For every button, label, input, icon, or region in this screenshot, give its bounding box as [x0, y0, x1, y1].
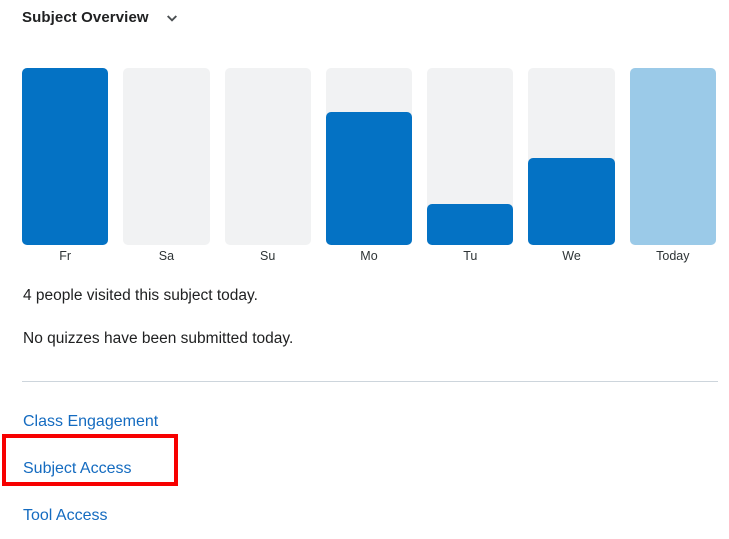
- bar-label: Fr: [59, 249, 72, 263]
- bar-label: Tu: [463, 249, 478, 263]
- visits-summary: 4 people visited this subject today.: [23, 287, 258, 304]
- bar-label: Mo: [360, 249, 378, 263]
- bar-label: Su: [260, 249, 276, 263]
- chart-bar-tu[interactable]: Tu: [427, 68, 514, 263]
- page-title: Subject Overview: [22, 9, 149, 26]
- chart-bar-sa[interactable]: Sa: [123, 68, 210, 263]
- widget-links: Class Engagement Subject Access Tool Acc…: [23, 398, 158, 539]
- bar-fill: [22, 68, 109, 245]
- widget-header-toggle[interactable]: Subject Overview: [22, 8, 181, 28]
- bar-fill: [325, 112, 413, 245]
- summary-text-block: 4 people visited this subject today. No …: [23, 285, 713, 349]
- visits-bar-chart: Fr Sa Su Mo Tu We Today: [22, 68, 716, 263]
- subject-overview-widget: Subject Overview Fr Sa Su Mo Tu We Today…: [0, 0, 729, 531]
- bar-fill: [427, 204, 514, 245]
- link-class-engagement[interactable]: Class Engagement: [23, 411, 158, 432]
- chart-bar-mo[interactable]: Mo: [325, 68, 413, 263]
- bar-label: Sa: [158, 249, 175, 263]
- chart-bar-today[interactable]: Today: [629, 68, 716, 263]
- bar-fill: [528, 158, 615, 245]
- quizzes-summary: No quizzes have been submitted today.: [23, 330, 294, 347]
- chart-bar-we[interactable]: We: [528, 68, 615, 263]
- link-row: Subject Access: [23, 445, 158, 492]
- chart-bar-fr[interactable]: Fr: [22, 68, 109, 263]
- link-tool-access[interactable]: Tool Access: [23, 505, 107, 526]
- section-divider: [22, 381, 718, 382]
- link-row: Class Engagement: [23, 398, 158, 445]
- chevron-down-icon[interactable]: [163, 10, 181, 28]
- bar-label: Today: [656, 249, 690, 263]
- bar-fill: [629, 68, 716, 245]
- link-row: Tool Access: [23, 492, 158, 539]
- bar-track: [123, 68, 210, 245]
- bar-label: We: [562, 249, 581, 263]
- chart-bar-su[interactable]: Su: [224, 68, 311, 263]
- link-subject-access[interactable]: Subject Access: [23, 458, 132, 479]
- bar-track: [224, 68, 311, 245]
